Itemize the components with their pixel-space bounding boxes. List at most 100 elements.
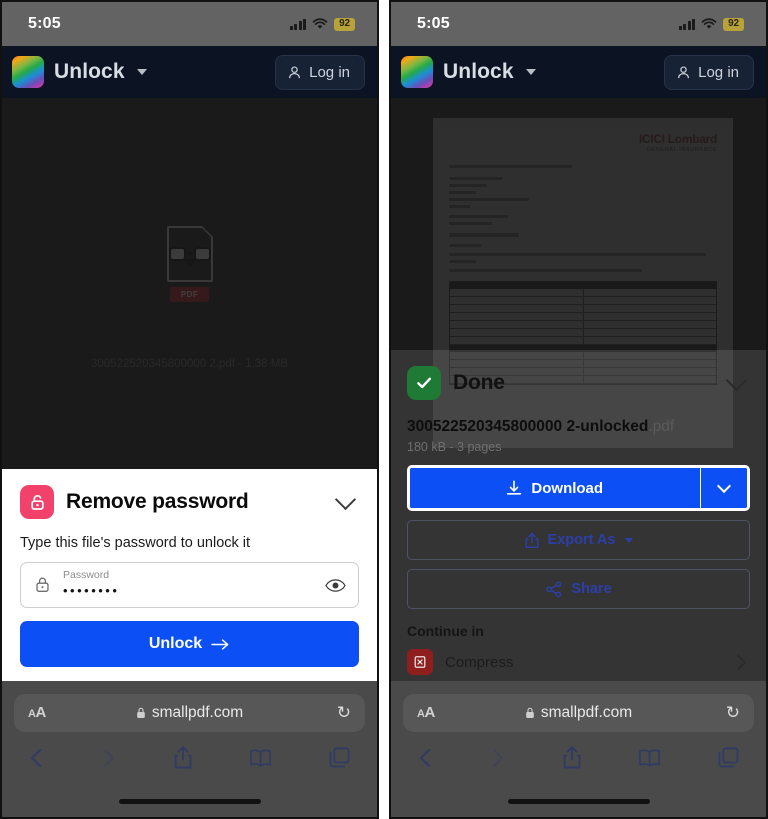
status-time: 5:05 (417, 15, 450, 32)
safari-chrome-right: AA smallpdf.com ↻ (391, 681, 766, 817)
unlock-label: Unlock (148, 635, 203, 652)
url-display: smallpdf.com (403, 704, 754, 722)
screenshot-stage: 5:05 92 Unlock Log in PDF 30052252034580… (0, 0, 768, 819)
book-icon[interactable] (248, 748, 273, 768)
share-button[interactable]: Share (407, 569, 750, 609)
wifi-icon (312, 18, 328, 29)
export-as-label: Export As (547, 532, 616, 548)
smallpdf-logo-icon[interactable] (401, 56, 433, 88)
download-icon (507, 480, 522, 495)
sheet-header: Remove password (20, 485, 359, 519)
open-padlock-icon (20, 485, 54, 519)
password-label: Password (63, 569, 110, 582)
green-checkmark-icon (407, 366, 441, 400)
sheet-header: Done (407, 366, 750, 400)
safari-toolbar (391, 732, 766, 770)
share-up-icon (525, 532, 538, 548)
chevron-down-icon[interactable] (725, 369, 748, 392)
book-icon[interactable] (637, 748, 662, 768)
sheet-subtitle: Type this file's password to unlock it (20, 535, 251, 551)
password-value: •••••••• (63, 583, 120, 598)
url-display: smallpdf.com (14, 704, 365, 722)
page-viewport-right: ICICI Lombard GENERAL INSURANCE Done 300… (391, 98, 766, 685)
chevron-right-icon (103, 748, 114, 767)
continue-item-label: Compress (445, 653, 514, 671)
login-button[interactable]: Log in (275, 54, 365, 90)
lock-icon (36, 577, 49, 592)
password-input[interactable]: Password •••••••• (20, 562, 359, 608)
url-text: smallpdf.com (151, 704, 244, 721)
tabs-icon[interactable] (717, 746, 740, 769)
chevron-down-icon[interactable] (334, 488, 357, 511)
file-name-base: 300522520345800000 2-unlocked (407, 418, 649, 435)
reload-icon[interactable]: ↻ (337, 703, 351, 723)
file-name-ext: .pdf (648, 418, 675, 435)
sheet-title: Remove password (66, 490, 249, 513)
status-time: 5:05 (28, 15, 61, 32)
cellular-bars-icon (289, 18, 306, 30)
chevron-left-icon[interactable] (417, 747, 434, 769)
download-options-button[interactable] (701, 468, 747, 508)
lock-icon (137, 707, 145, 718)
share-icon[interactable] (561, 745, 583, 770)
chevron-right-icon (730, 654, 747, 670)
wifi-icon (701, 18, 717, 29)
remove-password-sheet: Remove password Type this file's passwor… (2, 469, 377, 685)
phone-screen-right: 5:05 92 Unlock Log in ICICI Lombard GENE… (389, 0, 768, 819)
share-nodes-icon (546, 581, 562, 597)
lock-icon (526, 707, 534, 718)
status-bar-left: 5:05 92 (2, 2, 377, 46)
page-title: Unlock (54, 60, 125, 83)
address-bar[interactable]: AA smallpdf.com ↻ (14, 694, 365, 732)
export-as-button[interactable]: Export As (407, 520, 750, 560)
safari-toolbar (2, 732, 377, 770)
cellular-bars-icon (678, 18, 695, 30)
chevron-down-icon (716, 478, 732, 494)
home-indicator (118, 799, 261, 804)
person-icon (289, 65, 301, 78)
login-label: Log in (698, 63, 739, 81)
status-indicators: 92 (678, 17, 744, 31)
download-label: Download (531, 479, 604, 497)
reload-icon[interactable]: ↻ (726, 703, 740, 723)
result-file-meta: 180 kB - 3 pages (407, 440, 502, 454)
download-button-group: Download (407, 465, 750, 511)
address-bar[interactable]: AA smallpdf.com ↻ (403, 694, 754, 732)
unlock-button[interactable]: Unlock (20, 621, 359, 667)
text-size-button[interactable]: AA (417, 704, 435, 722)
login-button[interactable]: Log in (664, 54, 754, 90)
chevron-down-icon[interactable] (136, 69, 147, 75)
chevron-right-icon (492, 748, 503, 767)
url-text: smallpdf.com (540, 704, 633, 721)
compress-icon (407, 649, 433, 675)
home-indicator (507, 799, 650, 804)
result-file-name: 300522520345800000 2-unlocked.pdf (407, 418, 750, 436)
page-title: Unlock (443, 60, 514, 83)
status-bar-right: 5:05 92 (391, 2, 766, 46)
eye-icon[interactable] (325, 578, 346, 593)
phone-screen-left: 5:05 92 Unlock Log in PDF 30052252034580… (0, 0, 379, 819)
battery-badge: 92 (334, 17, 355, 31)
chevron-down-icon (625, 537, 634, 543)
continue-item-compress[interactable]: Compress (407, 649, 750, 675)
chevron-left-icon[interactable] (28, 747, 45, 769)
text-size-button[interactable]: AA (28, 704, 46, 722)
page-viewport-left: PDF 300522520345800000 2.pdf - 1.38 MB R… (2, 98, 377, 685)
done-sheet: Done 300522520345800000 2-unlocked.pdf 1… (391, 350, 766, 685)
smallpdf-logo-icon[interactable] (12, 56, 44, 88)
battery-badge: 92 (723, 17, 744, 31)
share-icon[interactable] (172, 745, 194, 770)
app-header-left: Unlock Log in (2, 46, 377, 98)
arrow-right-icon (211, 638, 229, 650)
sheet-title: Done (453, 371, 505, 394)
status-indicators: 92 (289, 17, 355, 31)
tabs-icon[interactable] (328, 746, 351, 769)
download-button[interactable]: Download (410, 468, 700, 508)
share-label: Share (571, 581, 612, 597)
person-icon (678, 65, 690, 78)
login-label: Log in (309, 63, 350, 81)
app-header-right: Unlock Log in (391, 46, 766, 98)
chevron-down-icon[interactable] (525, 69, 536, 75)
safari-chrome-left: AA smallpdf.com ↻ (2, 681, 377, 817)
continue-in-heading: Continue in (407, 623, 484, 639)
